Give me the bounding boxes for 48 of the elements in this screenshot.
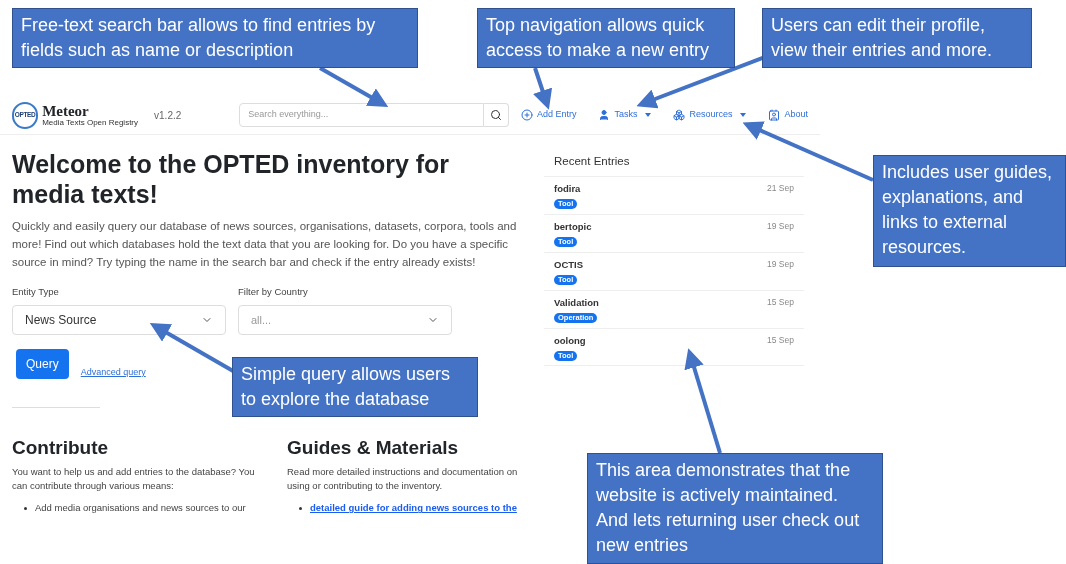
query-button[interactable]: Query: [16, 349, 69, 380]
entry-date: 19 Sep: [767, 220, 794, 234]
user-icon: [598, 109, 611, 121]
logo-subtitle: Media Texts Open Registry: [42, 118, 139, 127]
nav-link[interactable]: Add Entry: [520, 108, 577, 122]
contact-card-icon: [768, 109, 781, 121]
search-field[interactable]: Search everything...: [239, 103, 484, 127]
annotation-callout: Top navigation allows quick access to make a new entry: [477, 8, 735, 68]
annotation-callout: This area demonstrates that the website is actively maintained. And lets returning user check out new entries: [587, 453, 883, 564]
bullet-icon: [299, 506, 302, 510]
entry-name: oolong: [554, 334, 586, 349]
version-label: v1.2.2: [154, 108, 182, 123]
entry-name: fodira: [554, 182, 581, 197]
annotation-callout: Simple query allows users to explore the database: [232, 357, 478, 417]
pointer-arrow: [319, 66, 389, 107]
field-label: Entity Type: [12, 285, 60, 299]
entry-date: 21 Sep: [767, 182, 794, 196]
annotation-callout: Includes user guides, explanations, and links to external resources.: [873, 155, 1066, 267]
boxes-icon: [673, 109, 686, 121]
section-heading: Contribute: [12, 436, 110, 461]
annotation-callout: Free-text search bar allows to find entries by fields such as name or description: [12, 8, 418, 68]
guide-link[interactable]: detailed guide for adding news sources to the: [310, 501, 517, 516]
entry-date: 15 Sep: [767, 334, 794, 348]
section-paragraph: You want to help us and add entries to the database? You can contribute through various means:: [12, 465, 256, 494]
nav-link[interactable]: Resources: [673, 108, 747, 122]
section-paragraph: Read more detailed instructions and documentation on using or contributing to the inventory.: [287, 465, 519, 494]
select-field[interactable]: News Source: [12, 305, 226, 336]
bullet-icon: [24, 506, 27, 510]
field-label: Filter by Country: [238, 285, 309, 299]
advanced-query-link[interactable]: Advanced query: [80, 365, 146, 380]
intro-paragraph: Quickly and easily query our database of news sources, organisations, datasets, corpora, tools and more! Find out which databases hold the text data that you are looking for. Do you have a specific source in mind? Try typing the name in the search bar and check if the entry already exists!: [12, 219, 518, 270]
logo-title: Meteor: [42, 103, 90, 119]
search-icon: [489, 109, 502, 121]
page-heading: Welcome to the OPTED inventory for media texts!: [12, 149, 451, 209]
section-heading: Guides & Materials: [287, 436, 460, 461]
entry-name: Validation: [554, 296, 599, 311]
pointer-arrow: [533, 67, 553, 110]
entry-date: 19 Sep: [767, 258, 794, 272]
list-item-text: Add media organisations and news sources to our: [35, 501, 246, 516]
nav-link[interactable]: About: [768, 108, 808, 122]
recent-entries-title: Recent Entries: [553, 154, 631, 169]
entry-name: bertopic: [554, 220, 592, 235]
nav-link[interactable]: Tasks: [598, 108, 652, 122]
plus-circle-icon: [520, 109, 533, 121]
entry-date: 15 Sep: [767, 296, 794, 310]
annotation-callout: Users can edit their profile, view their entries and more.: [762, 8, 1032, 68]
search-button[interactable]: [483, 103, 509, 127]
entry-name: OCTIS: [554, 258, 584, 273]
